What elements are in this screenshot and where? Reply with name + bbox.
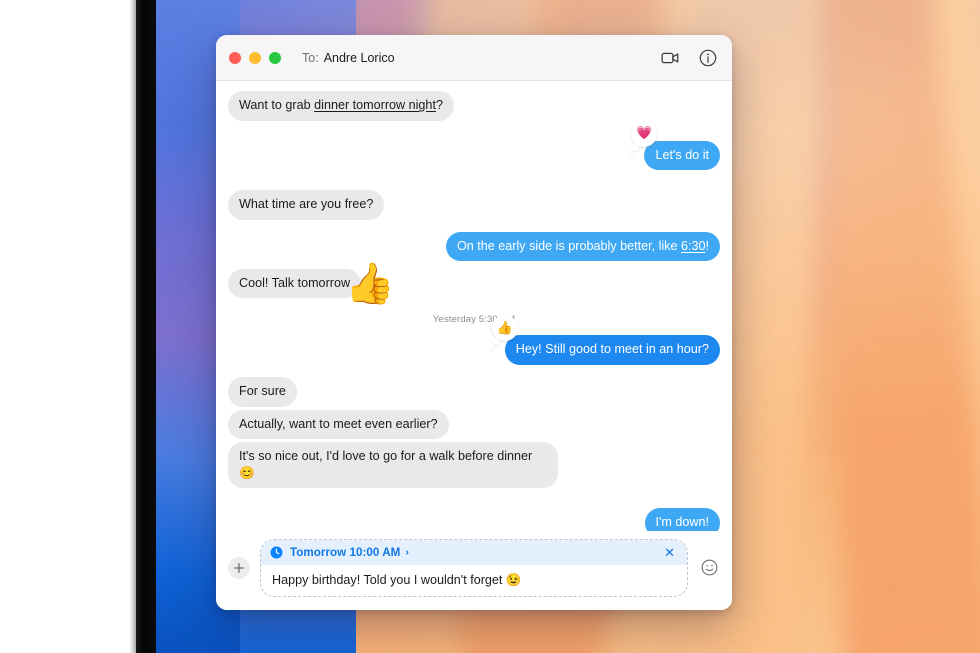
laptop-bezel xyxy=(136,0,156,653)
to-label: To: xyxy=(302,50,319,65)
message-row: On the early side is probably better, li… xyxy=(228,231,728,262)
message-transcript[interactable]: Want to grab dinner tomorrow night? 💗 Le… xyxy=(216,81,732,531)
message-row: Cool! Talk tomorrow 👍 xyxy=(220,264,720,304)
bubble-with-tapback: 💗 Let's do it xyxy=(629,120,727,171)
clock-icon xyxy=(270,546,283,559)
message-bubble-outgoing[interactable]: I'm down! xyxy=(644,508,720,531)
message-bubble-outgoing[interactable]: Let's do it xyxy=(644,140,727,171)
message-text: On the early side is probably better, li… xyxy=(456,238,681,253)
messages-window: To: Andre Lorico Want to grab dinner tom… xyxy=(216,35,732,610)
info-icon[interactable] xyxy=(698,48,718,68)
message-bubble-incoming[interactable]: For sure xyxy=(228,377,297,407)
message-bubble-incoming[interactable]: Cool! Talk tomorrow xyxy=(220,268,362,299)
heart-tapback[interactable]: 💗 xyxy=(629,120,658,156)
desktop-scene: To: Andre Lorico Want to grab dinner tom… xyxy=(0,0,980,653)
message-row: Want to grab dinner tomorrow night? xyxy=(221,91,720,121)
titlebar-actions xyxy=(660,48,718,68)
message-bubble-incoming[interactable]: Want to grab dinner tomorrow night? xyxy=(221,91,454,121)
detected-data-link[interactable]: dinner tomorrow night xyxy=(314,98,436,112)
message-row: 👍 Hey! Still good to meet in an hour? xyxy=(228,315,728,366)
timestamp-divider: Yesterday 5:30 PM xyxy=(432,314,516,326)
minimize-window-button[interactable] xyxy=(249,51,261,64)
message-bubble-outgoing[interactable]: Hey! Still good to meet in an hour? xyxy=(504,335,728,366)
message-text-tail: ! xyxy=(705,238,710,253)
message-row: What time are you free? xyxy=(220,190,720,220)
add-attachment-button[interactable] xyxy=(228,556,250,579)
detected-data-link[interactable]: 6:30 xyxy=(681,239,706,253)
smiley-icon xyxy=(701,559,717,576)
maximize-window-button[interactable] xyxy=(269,51,281,64)
emoji-picker-button[interactable] xyxy=(698,557,720,579)
message-row: It's so nice out, I'd love to go for a w… xyxy=(221,442,720,489)
message-bubble-outgoing[interactable]: On the early side is probably better, li… xyxy=(445,231,728,262)
scheduled-send-time[interactable]: Tomorrow 10:00 AM xyxy=(290,546,400,559)
chevron-right-icon[interactable]: › xyxy=(405,546,409,558)
close-window-button[interactable] xyxy=(229,51,241,64)
page-margin xyxy=(0,0,130,653)
facetime-video-icon[interactable] xyxy=(660,48,680,68)
message-bubble-incoming[interactable]: It's so nice out, I'd love to go for a w… xyxy=(221,442,558,489)
recipient-field[interactable]: To: Andre Lorico xyxy=(302,51,395,65)
recipient-name[interactable]: Andre Lorico xyxy=(324,51,395,65)
memoji-thumbs-up-sticker[interactable]: 👍 xyxy=(345,264,395,304)
message-text: Want to grab xyxy=(239,98,315,112)
clear-schedule-button[interactable]: ✕ xyxy=(662,546,677,559)
message-draft-text[interactable]: Happy birthday! Told you I wouldn't forg… xyxy=(261,565,687,596)
message-row: For sure xyxy=(228,377,720,407)
message-bubble-incoming[interactable]: What time are you free? xyxy=(220,190,385,220)
compose-input-field[interactable]: Tomorrow 10:00 AM › ✕ Happy birthday! To… xyxy=(260,538,688,597)
plus-icon xyxy=(234,562,244,573)
compose-bar: Tomorrow 10:00 AM › ✕ Happy birthday! To… xyxy=(216,530,732,610)
window-controls xyxy=(229,51,281,64)
bubble-with-tapback: 👍 Hey! Still good to meet in an hour? xyxy=(489,315,728,366)
message-row: I'm down! xyxy=(228,508,720,531)
scheduled-send-banner[interactable]: Tomorrow 10:00 AM › ✕ xyxy=(261,539,687,565)
bubble-with-sticker: Cool! Talk tomorrow 👍 xyxy=(220,264,395,304)
message-row: Actually, want to meet even earlier? xyxy=(228,409,720,440)
message-bubble-incoming[interactable]: Actually, want to meet even earlier? xyxy=(228,409,449,440)
window-titlebar: To: Andre Lorico xyxy=(216,35,732,81)
message-text-tail: ? xyxy=(435,98,443,112)
message-row: 💗 Let's do it xyxy=(228,120,727,171)
